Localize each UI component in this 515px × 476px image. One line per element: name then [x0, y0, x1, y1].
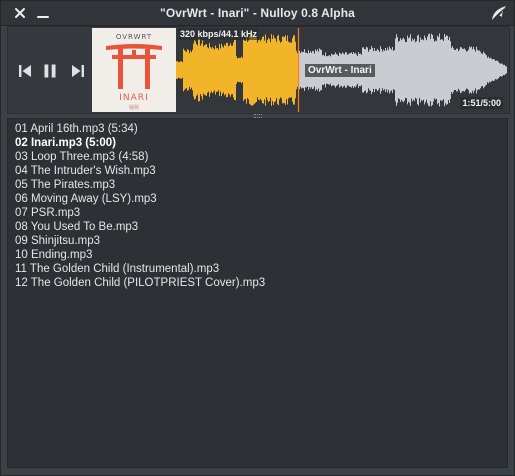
nulloy-logo-icon[interactable]	[490, 4, 508, 22]
now-playing-label: OvrWrt - Inari	[305, 64, 375, 77]
playlist-item[interactable]: 04 The Intruder's Wish.mp3	[8, 164, 507, 178]
playlist-item[interactable]: 01 April 16th.mp3 (5:34)	[8, 122, 507, 136]
title-bar[interactable]: "OvrWrt - Inari" - Nulloy 0.8 Alpha	[1, 1, 514, 26]
playlist-item[interactable]: 07 PSR.mp3	[8, 206, 507, 220]
playlist-item[interactable]: 09 Shinjitsu.mp3	[8, 234, 507, 248]
time-label: 1:51/5:00	[460, 97, 503, 109]
player-panel: OVRWRT INARI 稲荷 320 kbps/44.1 kHz OvrWrt…	[7, 26, 510, 114]
playlist-item[interactable]: 11 The Golden Child (Instrumental).mp3	[8, 262, 507, 276]
next-icon[interactable]	[69, 62, 87, 80]
bitrate-label: 320 kbps/44.1 kHz	[178, 28, 260, 40]
album-art-title: INARI	[119, 93, 149, 103]
window-title: "OvrWrt - Inari" - Nulloy 0.8 Alpha	[160, 6, 355, 20]
playlist-item[interactable]: 06 Moving Away (LSY).mp3	[8, 192, 507, 206]
playlist-item[interactable]: 12 The Golden Child (PILOTPRIEST Cover).…	[8, 276, 507, 290]
album-art: OVRWRT INARI 稲荷	[92, 28, 176, 112]
playlist-item-current[interactable]: 02 Inari.mp3 (5:00)	[8, 136, 507, 150]
playlist[interactable]: 01 April 16th.mp3 (5:34) 02 Inari.mp3 (5:…	[7, 118, 508, 468]
playlist-item[interactable]: 05 The Pirates.mp3	[8, 178, 507, 192]
playlist-item[interactable]: 03 Loop Three.mp3 (4:58)	[8, 150, 507, 164]
pause-icon[interactable]	[41, 62, 59, 80]
album-art-subtitle: 稲荷	[128, 105, 139, 111]
prev-icon[interactable]	[16, 62, 34, 80]
playlist-item[interactable]: 10 Ending.mp3	[8, 248, 507, 262]
playlist-item[interactable]: 08 You Used To Be.mp3	[8, 220, 507, 234]
player-window: "OvrWrt - Inari" - Nulloy 0.8 Alpha OVRW…	[0, 0, 515, 476]
